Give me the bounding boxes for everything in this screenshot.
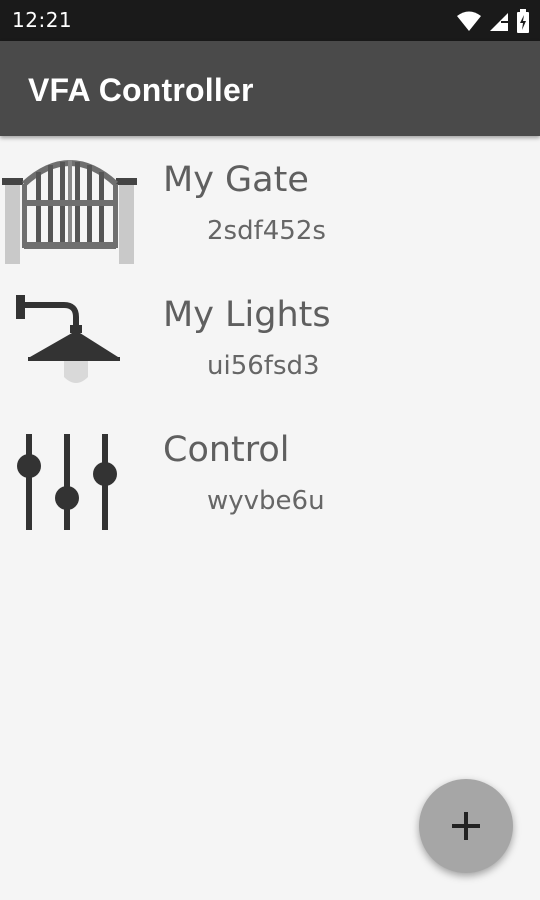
device-code: ui56fsd3: [207, 351, 320, 381]
battery-charging-icon: [517, 9, 529, 33]
status-icons: [456, 9, 530, 33]
gate-icon: [2, 160, 137, 264]
app-title: VFA Controller: [28, 72, 254, 108]
add-device-button[interactable]: [419, 779, 513, 873]
app-bar: VFA Controller: [0, 41, 540, 136]
status-time: 12:21: [12, 8, 73, 32]
plus-icon: [452, 812, 480, 840]
device-code: wyvbe6u: [207, 486, 325, 516]
device-name: My Lights: [163, 295, 331, 335]
device-item-my-lights[interactable]: My Lights ui56fsd3: [0, 275, 540, 410]
cell-signal-icon: [490, 13, 508, 31]
device-code: 2sdf452s: [207, 216, 326, 246]
sliders-icon: [17, 434, 117, 530]
device-name: Control: [163, 430, 290, 470]
status-bar: 12:21: [0, 0, 540, 41]
device-item-control[interactable]: Control wyvbe6u: [0, 410, 540, 545]
device-item-my-gate[interactable]: My Gate 2sdf452s: [0, 140, 540, 275]
wifi-icon: [457, 11, 481, 31]
device-list: My Gate 2sdf452s My Lights ui56fsd3 Cont…: [0, 140, 540, 545]
device-name: My Gate: [163, 160, 309, 200]
wall-lamp-icon: [16, 295, 120, 383]
